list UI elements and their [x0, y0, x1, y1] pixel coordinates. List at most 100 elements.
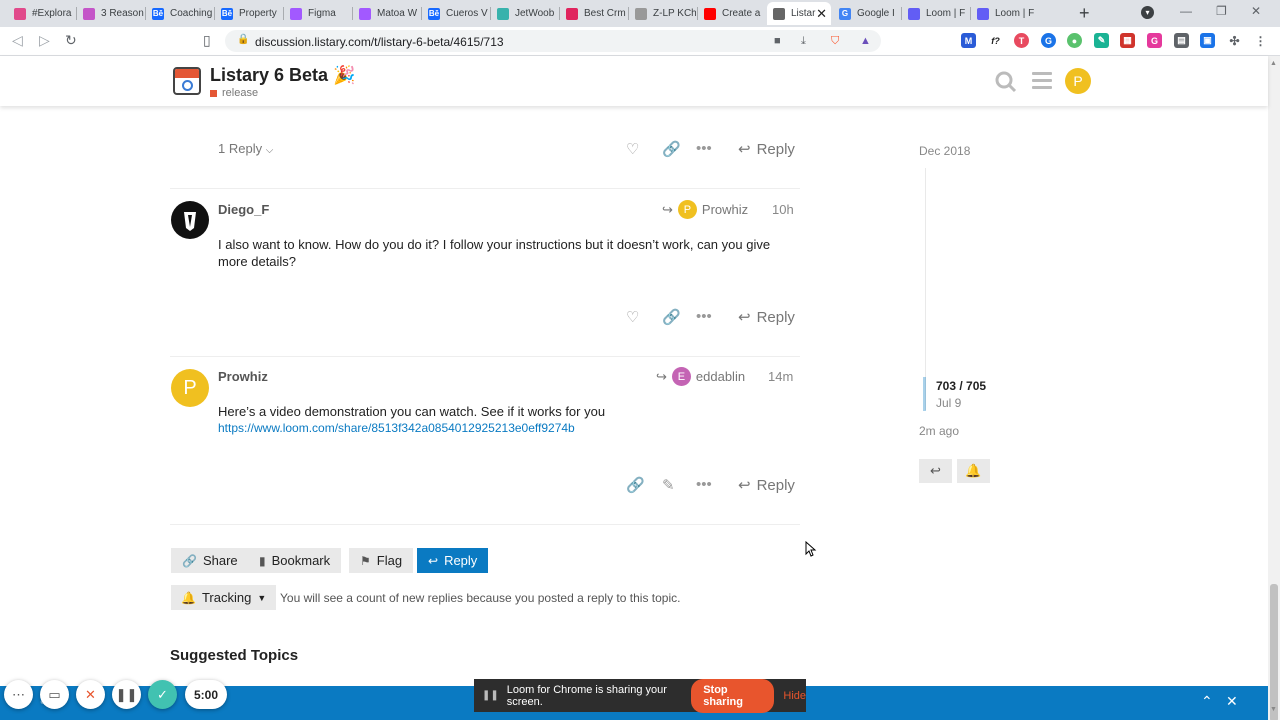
extension-block-icon[interactable]: ▦	[1120, 33, 1135, 48]
loom-pause-button[interactable]: ❚❚	[112, 680, 141, 709]
browser-tab[interactable]: Matoa W	[353, 2, 420, 25]
browser-tab[interactable]: Bē Cueros V	[422, 2, 489, 25]
address-bar[interactable]: 🔒 discussion.listary.com/t/listary-6-bet…	[225, 30, 881, 52]
post-divider	[170, 524, 800, 525]
restore-icon[interactable]: ❐	[1216, 4, 1227, 18]
site-logo-icon[interactable]	[173, 67, 201, 95]
extensions-puzzle-icon[interactable]: ✣	[1227, 33, 1242, 48]
loom-more-button[interactable]: ⋯	[4, 680, 33, 709]
reply-arrow-icon: ↩	[738, 477, 751, 494]
timeline-handle[interactable]	[923, 377, 926, 411]
address-url[interactable]: discussion.listary.com/t/listary-6-beta/…	[255, 35, 504, 49]
close-icon[interactable]: ✕	[1226, 693, 1238, 710]
browser-tab[interactable]: Loom | F	[902, 2, 969, 25]
scrollbar-thumb[interactable]	[1270, 584, 1278, 720]
category-badge[interactable]: release	[210, 87, 258, 99]
extension-formula-icon[interactable]: f?	[988, 33, 1003, 48]
forward-icon[interactable]: ▷	[39, 32, 50, 49]
share-link-icon[interactable]: 🔗	[662, 308, 681, 326]
flag-button[interactable]: ⚑ Flag	[349, 548, 414, 573]
extension-teams-icon[interactable]: M	[961, 33, 976, 48]
install-icon[interactable]: ⤓	[801, 35, 806, 48]
timeline-start-date[interactable]: Dec 2018	[919, 144, 970, 158]
share-button[interactable]: 🔗 Share	[171, 548, 249, 573]
post-username[interactable]: Prowhiz	[218, 369, 268, 384]
loom-camera-button[interactable]: ▭	[40, 680, 69, 709]
browser-tab[interactable]: 3 Reason	[77, 2, 144, 25]
topic-title[interactable]: Listary 6 Beta 🎉	[210, 65, 355, 86]
reply-to-tab[interactable]: ↪ P Prowhiz	[662, 200, 748, 219]
minimize-icon[interactable]: —	[1180, 4, 1192, 18]
reload-icon[interactable]: ↻	[65, 32, 77, 49]
loom-cancel-button[interactable]: ✕	[76, 680, 105, 709]
browser-tab[interactable]: JetWoob	[491, 2, 558, 25]
screen-share-message: Loom for Chrome is sharing your screen.	[506, 683, 667, 708]
extension-color-icon[interactable]: ●	[1067, 33, 1082, 48]
bookmark-button[interactable]: ▮ Bookmark	[248, 548, 342, 573]
scroll-up-icon[interactable]: ▲	[1270, 60, 1277, 67]
share-link-icon[interactable]: 🔗	[626, 476, 645, 494]
camera-icon[interactable]: ■	[774, 35, 781, 47]
new-tab-button[interactable]: +	[1079, 3, 1090, 24]
extension-g-icon[interactable]: G	[1147, 33, 1162, 48]
notification-level-dropdown[interactable]: 🔔 Tracking ▼	[171, 585, 277, 610]
search-icon[interactable]	[995, 71, 1017, 93]
post-avatar[interactable]: P	[171, 369, 209, 407]
browser-tab[interactable]: Create a	[698, 2, 765, 25]
window-close-icon[interactable]: ✕	[1251, 4, 1261, 18]
browser-tab[interactable]: #Explora	[8, 2, 75, 25]
topic-reply-button[interactable]: ↩ Reply	[417, 548, 489, 573]
browser-tab[interactable]: Bē Coaching	[146, 2, 213, 25]
back-icon[interactable]: ◁	[12, 32, 23, 49]
reply-button[interactable]: ↩ Reply	[738, 476, 795, 495]
browser-tab[interactable]: Best Crm	[560, 2, 627, 25]
hide-button[interactable]: Hide	[783, 690, 806, 702]
reply-arrow-icon: ↩	[738, 141, 751, 158]
user-avatar[interactable]: P	[1065, 68, 1091, 94]
more-options-icon[interactable]: •••	[696, 308, 712, 325]
reply-button[interactable]: ↩ Reply	[738, 308, 795, 327]
tab-close-icon[interactable]: ✕	[816, 6, 827, 22]
reply-to-tab[interactable]: ↪ E eddablin	[656, 367, 745, 386]
hamburger-menu-icon[interactable]	[1032, 72, 1052, 93]
scroll-down-icon[interactable]: ▼	[1270, 706, 1277, 713]
extension-tabs-icon[interactable]: ▤	[1174, 33, 1189, 48]
browser-tab[interactable]: Loom | F	[971, 2, 1038, 25]
stop-sharing-button[interactable]: Stop sharing	[691, 678, 775, 713]
extension-grammar-icon[interactable]: G	[1041, 33, 1056, 48]
extension-edit-icon[interactable]: ✎	[1094, 33, 1109, 48]
browser-tab[interactable]: Listar ✕	[767, 2, 831, 25]
timeline-notifications-button[interactable]: 🔔	[957, 459, 990, 483]
browser-menu-icon[interactable]: ⋮	[1253, 33, 1268, 48]
browser-tab[interactable]: G Google I	[833, 2, 900, 25]
edit-pencil-icon[interactable]: ✎	[662, 476, 675, 494]
reply-button[interactable]: ↩ Reply	[738, 140, 795, 159]
loom-finish-button[interactable]: ✓	[148, 680, 177, 709]
extension-todoist-icon[interactable]: T	[1014, 33, 1029, 48]
brave-rewards-icon[interactable]: ▲	[860, 35, 871, 47]
browser-tab[interactable]: Figma	[284, 2, 351, 25]
share-link-icon[interactable]: 🔗	[662, 140, 681, 158]
timeline-reply-button[interactable]: ↩	[919, 459, 952, 483]
more-options-icon[interactable]: •••	[696, 476, 712, 493]
bookmark-page-icon[interactable]: ▯	[203, 32, 211, 49]
reply-arrow-icon: ↩	[428, 553, 439, 568]
like-heart-icon[interactable]: ♡	[626, 308, 639, 326]
browser-tab[interactable]: Z-LP KCh	[629, 2, 696, 25]
timeline-track[interactable]	[925, 168, 926, 410]
like-heart-icon[interactable]: ♡	[626, 140, 639, 158]
timeline-end-date[interactable]: 2m ago	[919, 424, 959, 438]
chevron-up-icon[interactable]: ⌃	[1201, 693, 1213, 710]
page-scrollbar[interactable]: ▲ ▼	[1268, 56, 1280, 720]
loom-video-link[interactable]: https://www.loom.com/share/8513f342a0854…	[218, 421, 575, 435]
tab-search-icon[interactable]: ▾	[1141, 6, 1154, 19]
brave-shield-icon[interactable]: ⛉	[831, 35, 839, 48]
post-avatar[interactable]	[171, 201, 209, 239]
show-replies-button[interactable]: 1 Reply ⌵	[218, 141, 273, 156]
post-date[interactable]: 10h	[772, 202, 794, 217]
post-date[interactable]: 14m	[768, 369, 793, 384]
browser-tab[interactable]: Bē Property	[215, 2, 282, 25]
extension-screen-icon[interactable]: ▣	[1200, 33, 1215, 48]
more-options-icon[interactable]: •••	[696, 140, 712, 157]
post-username[interactable]: Diego_F	[218, 202, 269, 217]
